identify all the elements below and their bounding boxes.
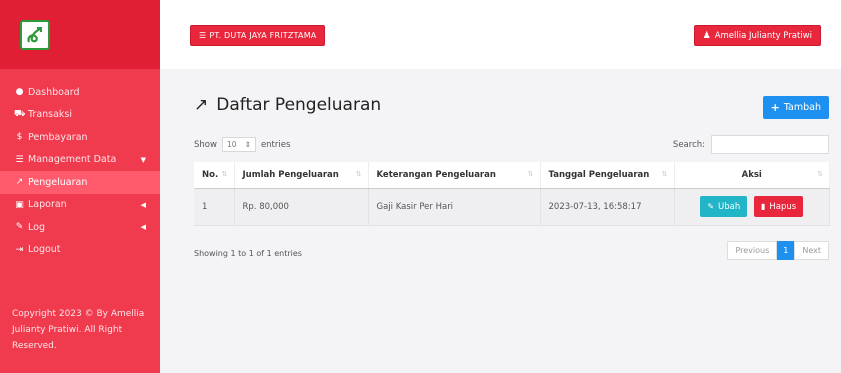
table-header-row: No. ⇅ Jumlah Pengeluaran ⇅ Keterangan Peng… xyxy=(194,162,830,189)
report-icon: ▣ xyxy=(15,199,24,210)
cell-tanggal: 2023-07-13, 16:58:17 xyxy=(540,188,675,226)
add-button-label: Tambah xyxy=(783,102,821,113)
user-name: Amellia Julianty Pratiwi xyxy=(714,30,812,41)
delete-button[interactable]: ▮ Hapus xyxy=(753,196,804,217)
cell-jumlah: Rp. 80,000 xyxy=(234,188,369,226)
sidebar-item-dashboard[interactable]: ● Dashboard xyxy=(0,81,160,104)
add-button[interactable]: + Tambah xyxy=(762,96,829,119)
edit-label: Ubah xyxy=(718,201,741,212)
user-button[interactable]: ♟ Amellia Julianty Pratiwi xyxy=(693,25,821,46)
caret-left-icon: ◀ xyxy=(140,223,146,232)
sort-icon: ⇅ xyxy=(355,169,362,178)
show-entries: Show 10 ⇕ entries xyxy=(194,137,290,152)
entries-value: 10 xyxy=(226,140,237,149)
sidebar: ● Dashboard ⛟ Transaksi $ Pembayaran ☰ M… xyxy=(0,0,160,373)
sort-icon: ⇅ xyxy=(661,169,668,178)
logo-icon[interactable] xyxy=(20,19,50,50)
sidebar-item-label: Log xyxy=(28,221,45,233)
sidebar-item-label: Dashboard xyxy=(28,86,80,98)
sidebar-item-pembayaran[interactable]: $ Pembayaran xyxy=(0,126,160,149)
column-header-tanggal[interactable]: Tanggal Pengeluaran ⇅ xyxy=(540,162,675,189)
sidebar-item-management-data[interactable]: ☰ Management Data ▼ xyxy=(0,149,160,172)
cell-no: 1 xyxy=(194,188,235,226)
page-1-button[interactable]: 1 xyxy=(777,241,795,260)
entries-select[interactable]: 10 ⇕ xyxy=(221,137,256,152)
main-content: ↗ Daftar Pengeluaran + Tambah Show 10 ⇕ … xyxy=(160,69,841,373)
copyright-text: Copyright 2023 © By Amellia Julianty Pra… xyxy=(12,309,145,351)
column-header-jumlah[interactable]: Jumlah Pengeluaran ⇅ xyxy=(234,162,369,189)
topbar: ☰ PT. DUTA JAYA FRITZTAMA ♟ Amellia Juli… xyxy=(160,0,841,69)
search-label: Search: xyxy=(672,139,705,150)
page-title-text: Daftar Pengeluaran xyxy=(216,95,382,115)
sidebar-item-laporan[interactable]: ▣ Laporan ◀ xyxy=(0,194,160,217)
caret-left-icon: ◀ xyxy=(140,200,146,209)
sidebar-item-pengeluaran[interactable]: ↗ Pengeluaran xyxy=(0,171,160,194)
column-header-keterangan[interactable]: Keterangan Pengeluaran ⇅ xyxy=(368,162,541,189)
edit-icon: ✎ xyxy=(707,202,715,211)
sidebar-menu: ● Dashboard ⛟ Transaksi $ Pembayaran ☰ M… xyxy=(0,69,160,261)
column-header-aksi[interactable]: Aksi ⇅ xyxy=(674,162,830,189)
delete-label: Hapus xyxy=(769,201,797,212)
sidebar-item-label: Transaksi xyxy=(28,109,73,121)
log-icon: ✎ xyxy=(15,222,24,233)
entries-label: entries xyxy=(260,139,291,150)
edit-button[interactable]: ✎ Ubah xyxy=(700,196,748,217)
search-input[interactable] xyxy=(711,135,829,154)
select-arrows-icon: ⇕ xyxy=(244,140,251,149)
dollar-icon: $ xyxy=(16,132,23,143)
share-icon: ↗ xyxy=(15,177,24,188)
sort-icon: ⇅ xyxy=(221,169,228,178)
logo-area xyxy=(0,0,160,69)
table-row: 1 Rp. 80,000 Gaji Kasir Per Hari 2023-07… xyxy=(194,188,830,226)
trash-icon: ▮ xyxy=(760,202,766,211)
sidebar-item-label: Logout xyxy=(28,244,61,256)
sidebar-item-transaksi[interactable]: ⛟ Transaksi xyxy=(0,104,160,127)
sort-icon: ⇅ xyxy=(817,169,823,178)
previous-button[interactable]: Previous xyxy=(727,241,778,260)
cell-aksi: ✎ Ubah ▮ Hapus xyxy=(674,188,830,226)
sort-icon: ⇅ xyxy=(527,169,534,178)
share-icon: ↗ xyxy=(194,95,209,115)
user-icon: ♟ xyxy=(702,30,711,41)
company-name: PT. DUTA JAYA FRITZTAMA xyxy=(209,31,317,40)
plus-icon: + xyxy=(770,101,780,114)
column-header-no[interactable]: No. ⇅ xyxy=(194,162,235,189)
page-title: ↗ Daftar Pengeluaran xyxy=(194,95,381,115)
list-icon: ☰ xyxy=(15,154,24,165)
sidebar-item-label: Pembayaran xyxy=(28,131,88,143)
table-info: Showing 1 to 1 of 1 entries xyxy=(194,249,302,258)
next-button[interactable]: Next xyxy=(794,241,829,260)
logout-icon: ⇥ xyxy=(15,244,24,255)
cell-keterangan: Gaji Kasir Per Hari xyxy=(368,188,541,226)
search-area: Search: xyxy=(673,135,829,154)
dashboard-icon: ● xyxy=(15,87,24,98)
sidebar-item-label: Pengeluaran xyxy=(28,176,88,188)
sidebar-item-log[interactable]: ✎ Log ◀ xyxy=(0,216,160,239)
expense-table: No. ⇅ Jumlah Pengeluaran ⇅ Keterangan Peng… xyxy=(194,162,830,226)
sidebar-item-logout[interactable]: ⇥ Logout xyxy=(0,239,160,262)
sidebar-item-label: Management Data xyxy=(28,154,117,166)
truck-icon: ⛟ xyxy=(14,109,26,120)
company-button[interactable]: ☰ PT. DUTA JAYA FRITZTAMA xyxy=(190,25,326,46)
caret-down-icon: ▼ xyxy=(140,155,146,164)
menu-icon: ☰ xyxy=(199,31,207,40)
show-label: Show xyxy=(194,139,217,150)
sidebar-item-label: Laporan xyxy=(28,199,67,211)
pagination: Previous 1 Next xyxy=(727,241,829,260)
